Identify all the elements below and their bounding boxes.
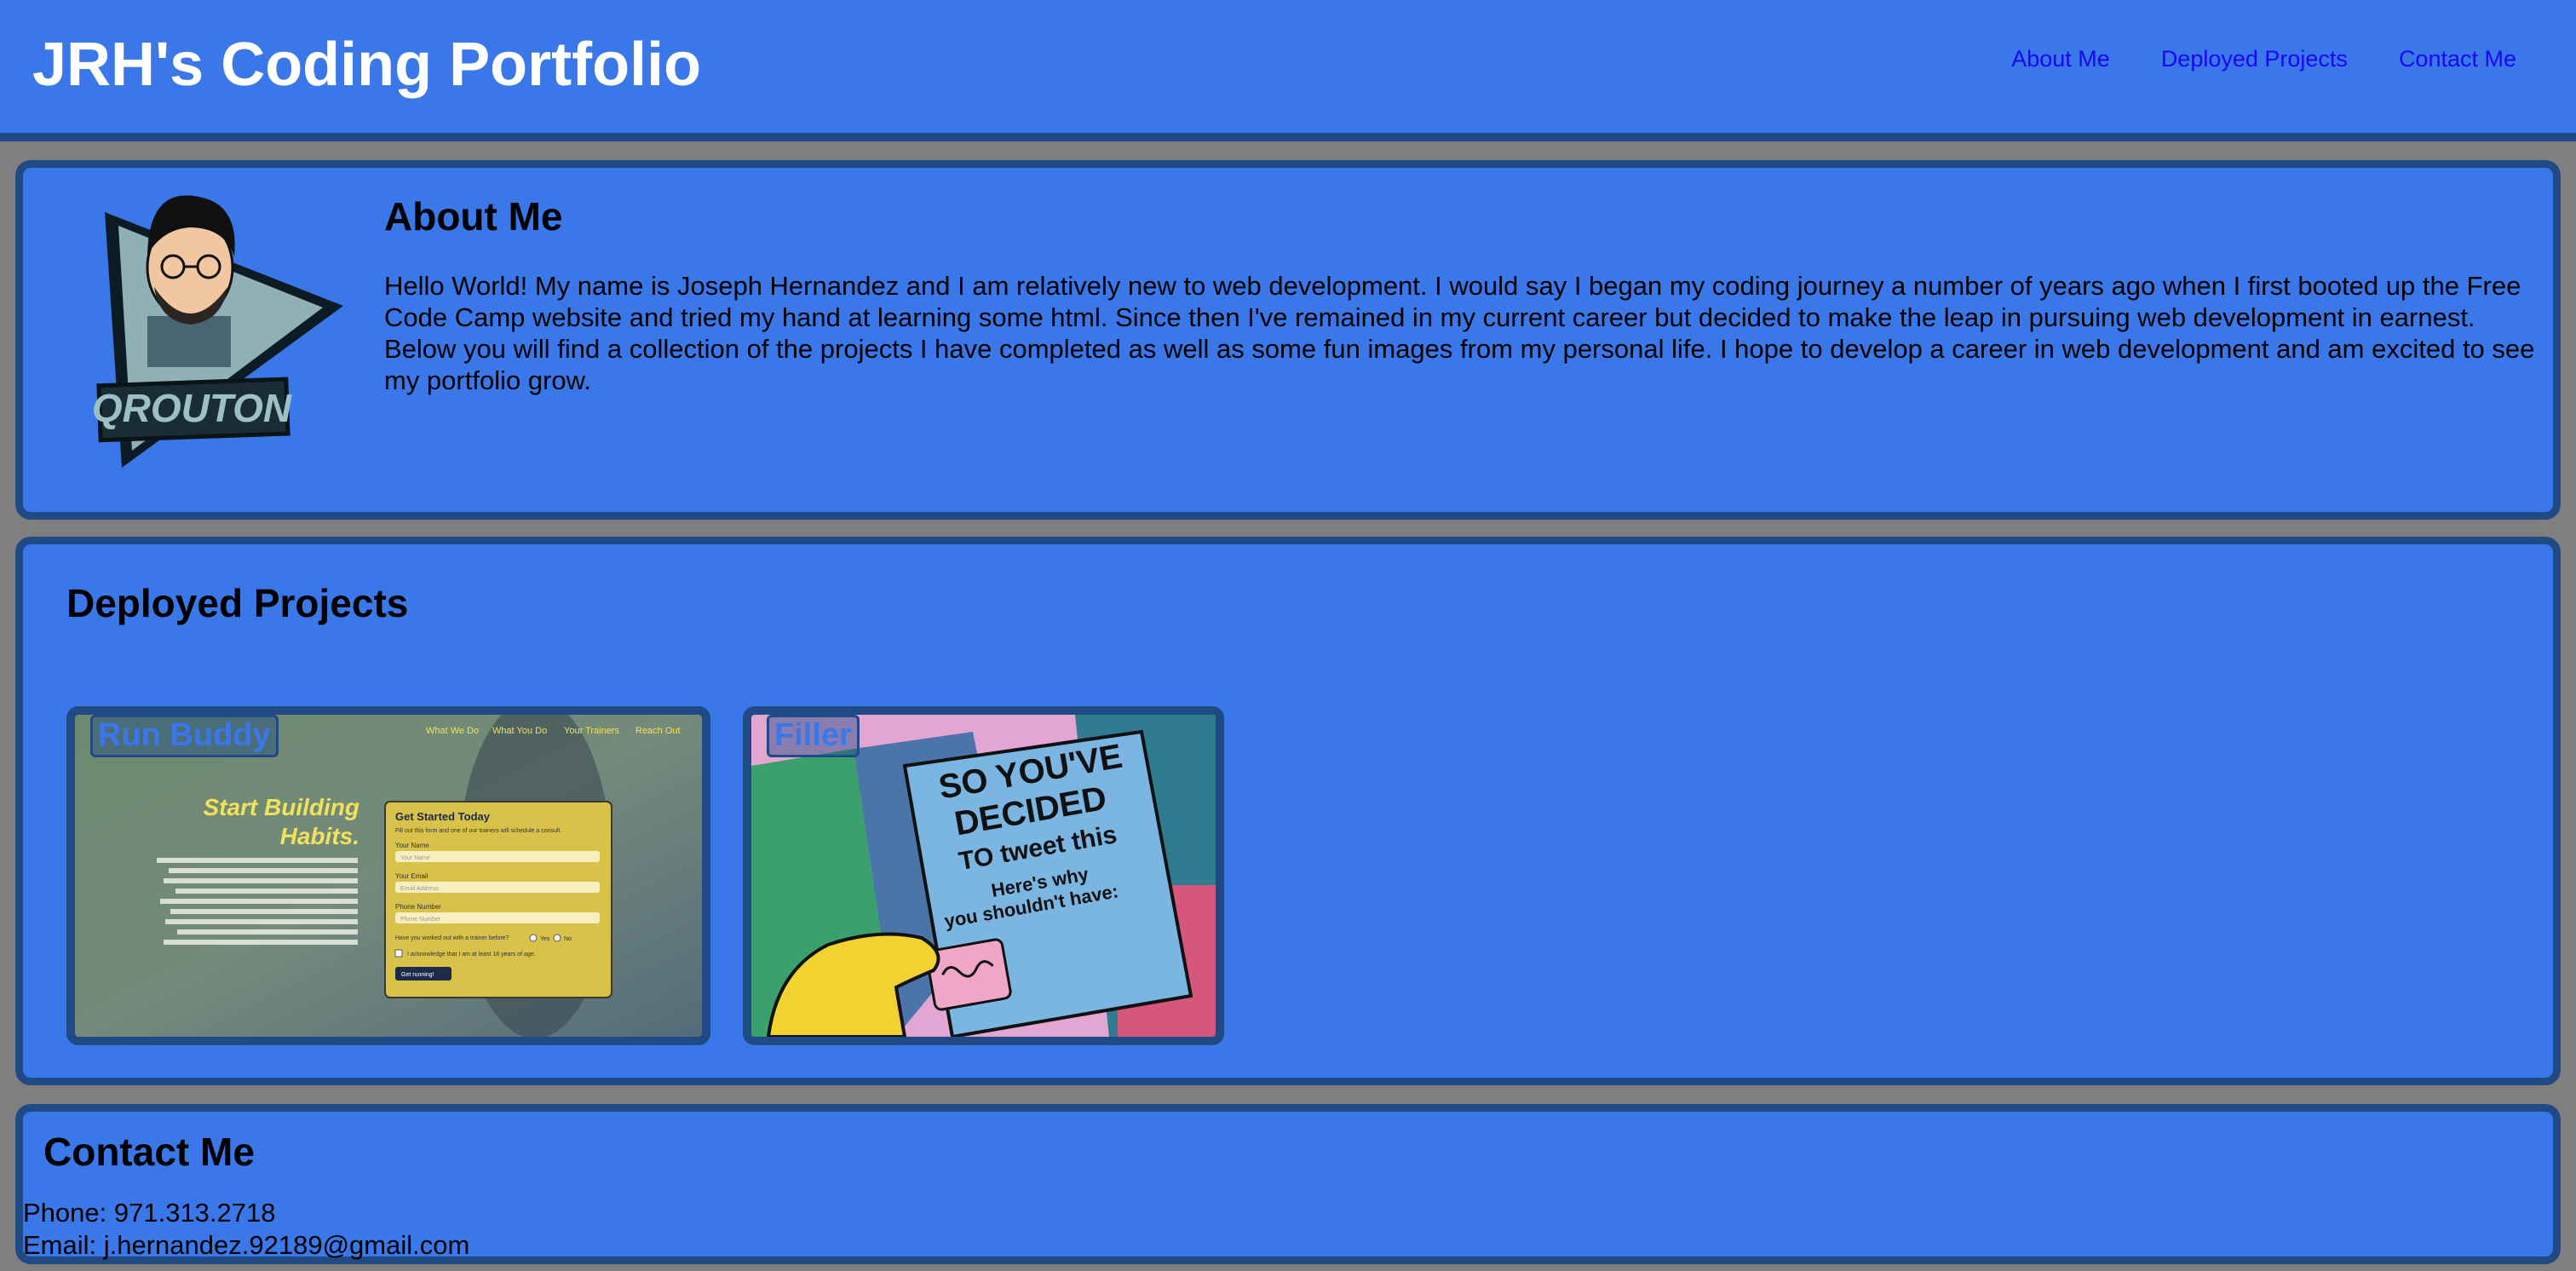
- svg-text:QROUTON: QROUTON: [92, 386, 292, 430]
- svg-text:Phone Number: Phone Number: [400, 917, 441, 923]
- contact-heading: Contact Me: [43, 1130, 255, 1174]
- svg-text:Your Trainers: Your Trainers: [564, 726, 620, 736]
- project-card-run-buddy[interactable]: What We Do What You Do Your Trainers Rea…: [66, 706, 710, 1045]
- svg-text:What We Do: What We Do: [426, 726, 479, 736]
- main-nav: About Me Deployed Projects Contact Me: [2011, 46, 2516, 72]
- contact-details: Phone: 971.313.2718 Email: j.hernandez.9…: [23, 1197, 469, 1262]
- svg-text:Get running!: Get running!: [401, 972, 434, 978]
- run-buddy-screenshot: What We Do What You Do Your Trainers Rea…: [75, 715, 702, 1037]
- contact-phone: Phone: 971.313.2718: [23, 1198, 276, 1228]
- svg-text:I acknowledge that I am at lea: I acknowledge that I am at least 18 year…: [407, 952, 536, 958]
- avatar-logo: QROUTON: [92, 195, 343, 468]
- svg-text:Yes: Yes: [540, 936, 550, 942]
- projects-heading: Deployed Projects: [66, 581, 409, 625]
- about-content: About Me Hello World! My name is Joseph …: [384, 193, 2543, 396]
- svg-text:What You Do: What You Do: [492, 726, 547, 736]
- svg-text:Have you worked out with a tra: Have you worked out with a trainer befor…: [395, 935, 509, 941]
- nav-link-projects[interactable]: Deployed Projects: [2161, 46, 2348, 72]
- svg-text:Your Email: Your Email: [395, 872, 428, 880]
- about-paragraph: Hello World! My name is Joseph Hernandez…: [384, 271, 2535, 395]
- about-heading: About Me: [384, 194, 563, 239]
- projects-section: Deployed Projects What We Do What You Do…: [15, 537, 2561, 1085]
- svg-text:Phone Number: Phone Number: [395, 903, 441, 911]
- filler-image: SO YOU'VE DECIDED TO tweet this Here's w…: [751, 715, 1216, 1037]
- svg-text:Your Name: Your Name: [400, 855, 430, 861]
- svg-text:Get Started Today: Get Started Today: [395, 810, 491, 823]
- svg-text:Habits.: Habits.: [280, 823, 359, 849]
- project-label-filler[interactable]: Filler: [767, 715, 860, 757]
- nav-link-contact[interactable]: Contact Me: [2399, 46, 2516, 72]
- site-title: JRH's Coding Portfolio: [32, 31, 702, 99]
- svg-text:Email Address: Email Address: [400, 886, 439, 892]
- site-header: JRH's Coding Portfolio About Me Deployed…: [0, 0, 2576, 141]
- project-card-filler[interactable]: SO YOU'VE DECIDED TO tweet this Here's w…: [743, 706, 1224, 1045]
- svg-text:Reach Out: Reach Out: [635, 726, 681, 736]
- svg-text:No: No: [564, 936, 572, 942]
- contact-section: Contact Me Phone: 971.313.2718 Email: j.…: [15, 1104, 2561, 1264]
- svg-text:Fill out this form and one of: Fill out this form and one of our traine…: [395, 828, 561, 834]
- svg-text:Start Building: Start Building: [203, 794, 359, 820]
- nav-link-about[interactable]: About Me: [2011, 46, 2110, 72]
- about-section: QROUTON About Me Hello World! My name is…: [15, 160, 2561, 520]
- project-label-run-buddy[interactable]: Run Buddy: [90, 715, 279, 757]
- svg-text:Your Name: Your Name: [395, 842, 429, 849]
- contact-email: Email: j.hernandez.92189@gmail.com: [23, 1230, 470, 1260]
